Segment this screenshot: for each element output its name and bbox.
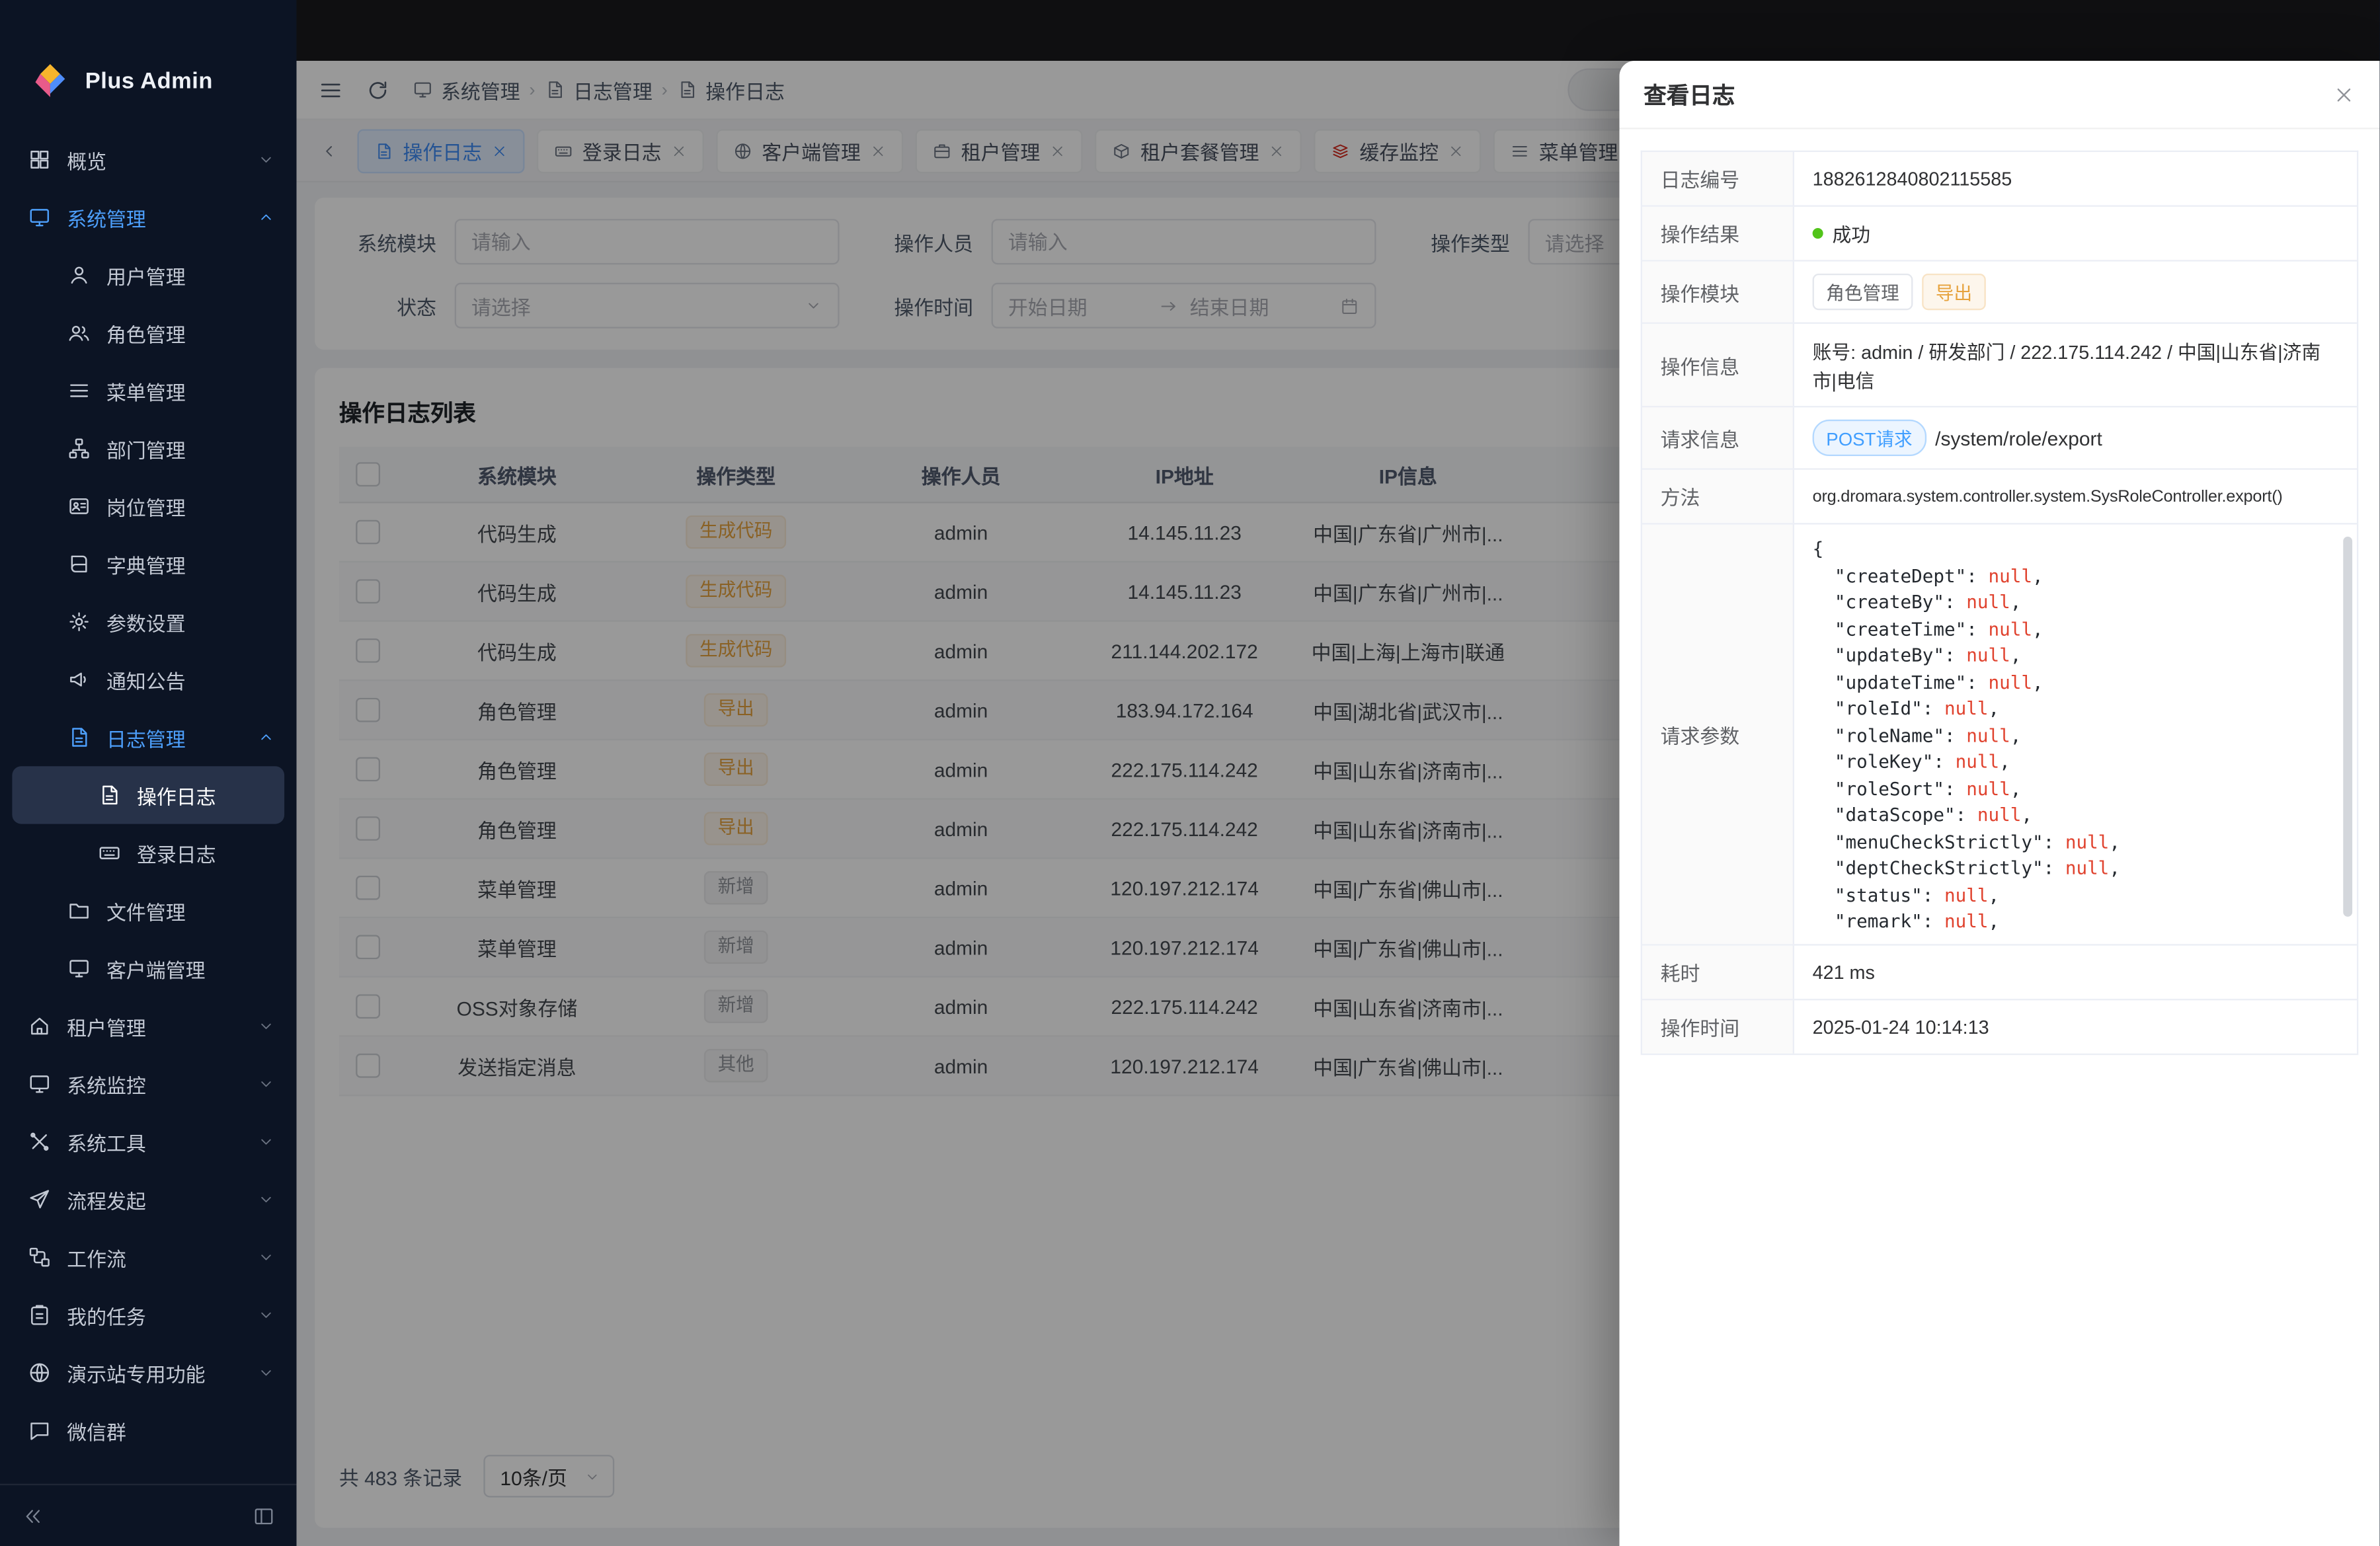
operation-info-value: 账号: admin / 研发部门 / 222.175.114.242 / 中国|… [1794,324,2357,406]
app-root: Plus Admin 概览 系统管理 用户管理 角色管理 [0,0,2380,1546]
chevron-up-icon [257,208,276,227]
monitor-icon [67,956,91,981]
sidebar-footer [0,1484,297,1546]
drawer-title: 查看日志 [1644,78,1735,110]
duration-value: 421 ms [1794,946,2357,999]
folder-icon [67,898,91,923]
detail-row-method: 方法 org.dromara.system.controller.system.… [1642,470,2357,525]
badge-icon [67,494,91,519]
sidebar-item-login-log[interactable]: 登录日志 [0,824,297,882]
chevron-down-icon [257,1075,276,1093]
sidebar-item-my-tasks[interactable]: 我的任务 [0,1286,297,1344]
detail-row-info: 操作信息 账号: admin / 研发部门 / 222.175.114.242 … [1642,324,2357,407]
monitor-icon [27,1072,52,1097]
megaphone-icon [67,668,91,692]
module-tag: 角色管理 [1813,274,1913,310]
action-tag: 导出 [1922,274,1986,310]
sidebar-item-wechat-group[interactable]: 微信群 [0,1402,297,1459]
grid-icon [27,147,52,172]
result-value: 成功 [1833,219,1871,248]
operation-time-value: 2025-01-24 10:14:13 [1794,1000,2357,1054]
collapse-sidebar-icon[interactable] [21,1504,44,1527]
sidebar-item-flow-start[interactable]: 流程发起 [0,1171,297,1228]
sidebar-item-overview[interactable]: 概览 [0,131,297,188]
sidebar-item-tenant-mgmt[interactable]: 租户管理 [0,997,297,1055]
sidebar-item-system-tools[interactable]: 系统工具 [0,1113,297,1171]
chevron-down-icon [257,1133,276,1151]
chat-icon [27,1418,52,1443]
detail-row-module: 操作模块 角色管理 导出 [1642,262,2357,324]
home-icon [27,1014,52,1038]
success-dot-icon [1813,228,1823,239]
detail-row-result: 操作结果 成功 [1642,207,2357,262]
clipboard-icon [27,1303,52,1327]
sidebar-item-dept-mgmt[interactable]: 部门管理 [0,420,297,477]
post-method-tag: POST请求 [1813,420,1926,456]
detail-row-duration: 耗时 421 ms [1642,946,2357,1001]
sidebar-item-operation-log[interactable]: 操作日志 [12,766,284,824]
method-value: org.dromara.system.controller.system.Sys… [1794,470,2357,523]
doc-icon [97,783,122,808]
chevron-down-icon [257,1364,276,1382]
request-params-code: { "createDept": null, "createBy": null, … [1794,525,2357,945]
tree-icon [67,436,91,461]
user-icon [67,263,91,288]
sidebar-item-system-mgmt[interactable]: 系统管理 [0,188,297,246]
gear-icon [67,609,91,634]
sidebar-item-log-mgmt[interactable]: 日志管理 [0,709,297,766]
sidebar-item-notice[interactable]: 通知公告 [0,650,297,708]
app-title: Plus Admin [85,67,213,93]
close-icon[interactable] [2332,83,2356,105]
detail-row-time: 操作时间 2025-01-24 10:14:13 [1642,1000,2357,1055]
sidebar-item-workflow[interactable]: 工作流 [0,1228,297,1286]
sidebar-item-demo-features[interactable]: 演示站专用功能 [0,1344,297,1401]
detail-row-params: 请求参数 { "createDept": null, "createBy": n… [1642,525,2357,946]
globe-icon [27,1361,52,1385]
detail-row-request: 请求信息 POST请求 /system/role/export [1642,407,2357,469]
book-icon [67,552,91,576]
chevron-down-icon [257,1248,276,1266]
sidebar-item-dict-mgmt[interactable]: 字典管理 [0,535,297,593]
sidebar-item-user-mgmt[interactable]: 用户管理 [0,247,297,304]
sidebar-item-menu-mgmt[interactable]: 菜单管理 [0,362,297,419]
send-icon [27,1187,52,1212]
sidebar-menu: 概览 系统管理 用户管理 角色管理 菜单管理 部门管理 [0,128,297,1484]
view-log-drawer: 查看日志 日志编号 1882612840802115585 操作结果 成功 操作… [1620,61,2380,1546]
chevron-down-icon [257,151,276,169]
logo-icon [30,61,70,100]
tools-icon [27,1130,52,1154]
sidebar-item-param-settings[interactable]: 参数设置 [0,593,297,650]
sidebar-item-file-mgmt[interactable]: 文件管理 [0,882,297,939]
chevron-up-icon [257,728,276,747]
flow-icon [27,1245,52,1270]
chevron-down-icon [257,1017,276,1036]
list-icon [67,379,91,403]
panel-toggle-icon[interactable] [253,1504,276,1527]
users-icon [67,321,91,345]
sidebar-item-role-mgmt[interactable]: 角色管理 [0,304,297,362]
scrollbar-thumb[interactable] [2343,537,2352,917]
app-logo[interactable]: Plus Admin [0,0,297,128]
keyboard-icon [97,841,122,865]
chevron-down-icon [257,1190,276,1209]
monitor-icon [27,206,52,230]
request-url-value: /system/role/export [1935,426,2102,449]
doc-icon [67,725,91,750]
sidebar: Plus Admin 概览 系统管理 用户管理 角色管理 [0,0,297,1546]
log-detail: 日志编号 1882612840802115585 操作结果 成功 操作模块 角色… [1620,130,2380,1077]
sidebar-item-post-mgmt[interactable]: 岗位管理 [0,477,297,535]
log-id-value: 1882612840802115585 [1794,152,2357,206]
chevron-down-icon [257,1306,276,1325]
detail-row-log-id: 日志编号 1882612840802115585 [1642,152,2357,207]
sidebar-item-client-mgmt[interactable]: 客户端管理 [0,939,297,997]
sidebar-item-system-monitor[interactable]: 系统监控 [0,1055,297,1112]
